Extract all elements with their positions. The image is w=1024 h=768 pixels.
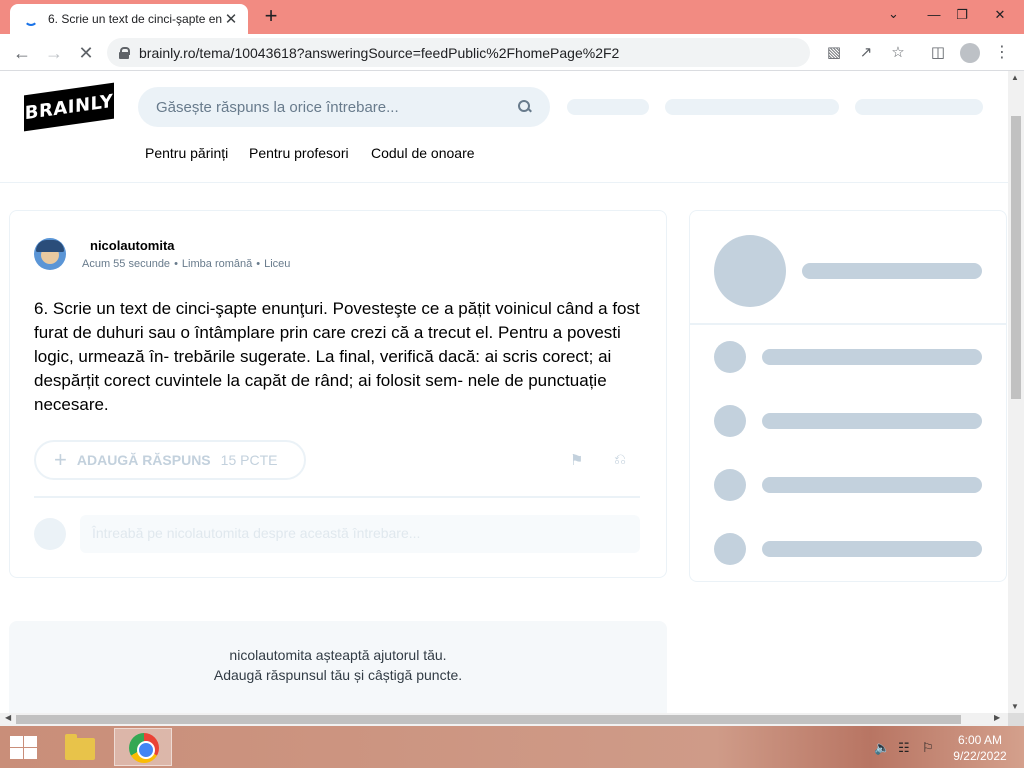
site-header: BRAINLY Găsește răspuns la orice întreba… bbox=[0, 71, 1008, 183]
skeleton-line bbox=[762, 541, 982, 557]
clock-date: 9/22/2022 bbox=[953, 749, 1007, 763]
skeleton-line bbox=[762, 413, 982, 429]
windows-taskbar: 🔈 ☷ ⚐ 6:00 AM 9/22/2022 bbox=[0, 726, 1024, 768]
waiting-line-2: Adaugă răspunsul tău și câștigă puncte. bbox=[213, 667, 463, 683]
nav-parents-link[interactable]: Pentru părinți bbox=[145, 145, 228, 161]
skeleton-avatar bbox=[714, 533, 746, 565]
forward-icon[interactable]: → bbox=[41, 40, 67, 66]
horizontal-scrollbar[interactable]: ◀ ▶ bbox=[0, 713, 1008, 726]
skeleton-avatar bbox=[714, 405, 746, 437]
file-explorer-icon[interactable] bbox=[62, 732, 98, 762]
plus-icon: + bbox=[54, 447, 67, 472]
commenter-avatar bbox=[34, 518, 66, 550]
translate-icon[interactable]: ▧ bbox=[822, 41, 846, 65]
skeleton-line bbox=[802, 263, 982, 279]
question-time: Acum 55 secunde bbox=[82, 258, 171, 270]
scrollbar-thumb[interactable] bbox=[1011, 116, 1021, 399]
profile-icon[interactable] bbox=[960, 43, 980, 63]
add-answer-label: ADAUGĂ RĂSPUNS bbox=[76, 452, 211, 468]
waiting-line-1: nicolautomita așteaptă ajutorul tău. bbox=[229, 647, 447, 663]
system-clock[interactable]: 6:00 AM 9/22/2022 bbox=[948, 732, 1012, 764]
scrollbar-thumb[interactable] bbox=[16, 715, 961, 724]
report-flag-icon[interactable]: ⚑ bbox=[570, 451, 586, 469]
tab-search-icon[interactable]: ⌄ bbox=[888, 6, 899, 22]
browser-toolbar: ← → ✕ brainly.ro/tema/10043618?answering… bbox=[0, 34, 1024, 71]
search-placeholder: Găsește răspuns la orice întrebare... bbox=[156, 98, 399, 116]
lock-icon[interactable] bbox=[119, 46, 130, 59]
share-icon[interactable]: ↗ bbox=[854, 41, 878, 65]
chrome-taskbar-icon[interactable] bbox=[114, 728, 172, 766]
new-tab-button[interactable]: + bbox=[258, 4, 284, 30]
nav-honor-code-link[interactable]: Codul de onoare bbox=[371, 145, 475, 161]
loading-spinner-icon bbox=[24, 12, 38, 26]
tab-close-icon[interactable]: ✕ bbox=[222, 10, 240, 28]
author-name[interactable]: nicolautomita bbox=[90, 238, 175, 253]
vertical-scrollbar[interactable]: ▲ ▼ bbox=[1008, 71, 1024, 713]
side-panel-icon[interactable]: ◫ bbox=[926, 41, 950, 65]
menu-kebab-icon[interactable]: ⋮ bbox=[990, 41, 1014, 65]
comment-input[interactable]: Întreabă pe nicolautomita despre această… bbox=[80, 515, 640, 553]
question-subject[interactable]: Limba română bbox=[182, 258, 252, 270]
divider bbox=[34, 496, 640, 498]
question-text: 6. Scrie un text de cinci-şapte enunţuri… bbox=[34, 299, 640, 414]
tab-strip: 6. Scrie un text de cinci-şapte en ✕ + ⌄… bbox=[0, 0, 1024, 34]
search-input[interactable]: Găsește răspuns la orice întrebare... bbox=[138, 87, 550, 127]
windows-start-icon[interactable] bbox=[8, 734, 38, 760]
brainly-logo[interactable]: BRAINLY bbox=[24, 82, 114, 132]
skeleton-line bbox=[762, 477, 982, 493]
bookmark-star-icon[interactable]: ☆ bbox=[886, 41, 910, 65]
web-page: BRAINLY Găsește răspuns la orice întreba… bbox=[0, 71, 1008, 713]
skeleton-avatar bbox=[714, 341, 746, 373]
scrollbar-corner bbox=[1008, 713, 1024, 726]
skeleton-avatar bbox=[714, 235, 786, 307]
user-avatar[interactable] bbox=[34, 238, 66, 270]
skeleton-placeholder bbox=[855, 99, 983, 115]
clock-time: 6:00 AM bbox=[957, 733, 1003, 747]
address-bar[interactable]: brainly.ro/tema/10043618?answeringSource… bbox=[107, 38, 810, 67]
nav-teachers-link[interactable]: Pentru profesori bbox=[249, 145, 349, 161]
skeleton-placeholder bbox=[665, 99, 839, 115]
tab-active[interactable]: 6. Scrie un text de cinci-şapte en ✕ bbox=[10, 4, 248, 34]
url-text: brainly.ro/tema/10043618?answeringSource… bbox=[139, 44, 620, 61]
network-icon[interactable]: ☷ bbox=[898, 740, 910, 756]
scroll-up-icon[interactable]: ▲ bbox=[1011, 73, 1019, 82]
scroll-left-icon[interactable]: ◀ bbox=[5, 713, 11, 722]
sidebar-skeleton-card bbox=[689, 210, 1007, 582]
question-level: Liceu bbox=[264, 258, 291, 270]
divider bbox=[690, 323, 1006, 325]
points-label: 15 PCTE bbox=[220, 452, 278, 468]
skeleton-placeholder bbox=[567, 99, 649, 115]
search-icon[interactable] bbox=[518, 100, 532, 114]
volume-muted-icon[interactable]: 🔈 bbox=[874, 740, 890, 756]
waiting-for-answer-box: nicolautomita așteaptă ajutorul tău. Ada… bbox=[9, 621, 667, 713]
scroll-down-icon[interactable]: ▼ bbox=[1011, 702, 1019, 711]
follow-bell-icon[interactable]: ⎌ bbox=[614, 451, 630, 468]
tab-title: 6. Scrie un text de cinci-şapte en bbox=[48, 12, 222, 26]
add-answer-button[interactable]: + ADAUGĂ RĂSPUNS 15 PCTE bbox=[34, 440, 306, 480]
back-icon[interactable]: ← bbox=[9, 40, 35, 66]
skeleton-line bbox=[762, 349, 982, 365]
question-card: nicolautomita Acum 55 secunde • Limba româ… bbox=[9, 210, 667, 578]
scroll-right-icon[interactable]: ▶ bbox=[994, 713, 1000, 722]
skeleton-avatar bbox=[714, 469, 746, 501]
stop-icon[interactable]: ✕ bbox=[73, 40, 99, 66]
question-meta: Acum 55 secunde • Limba română • Liceu bbox=[82, 258, 291, 270]
action-center-icon[interactable]: ⚐ bbox=[922, 740, 934, 756]
close-window-button[interactable]: ✕ bbox=[978, 0, 1022, 30]
